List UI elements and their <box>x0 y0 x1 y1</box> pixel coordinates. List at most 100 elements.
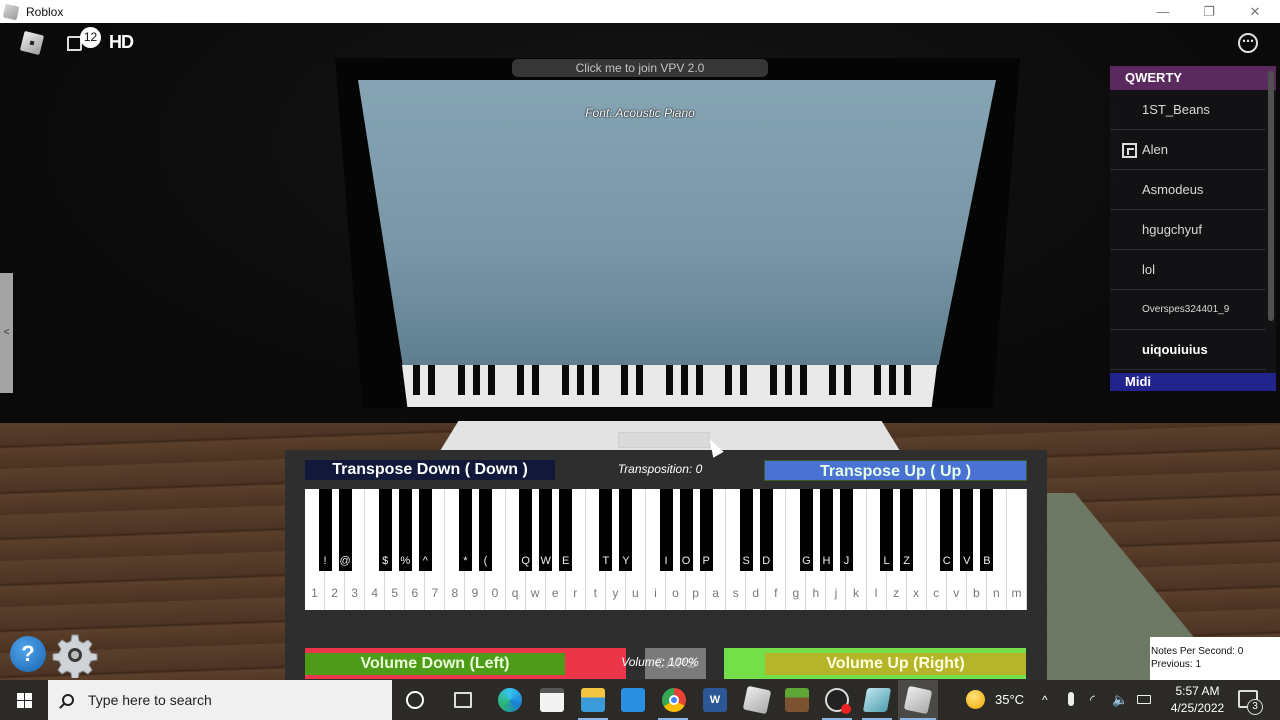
cortana-icon[interactable] <box>406 691 424 709</box>
notepad-icon[interactable] <box>862 688 892 712</box>
black-key[interactable]: H <box>819 489 833 571</box>
black-key[interactable]: P <box>699 489 713 571</box>
microphone-icon[interactable] <box>1068 692 1074 706</box>
roblox-player-taskbar-button[interactable] <box>898 680 938 720</box>
game-viewport[interactable]: Click me to join VPV 2.0 Font: Acoustic … <box>0 23 1280 680</box>
mail-icon[interactable] <box>621 688 645 712</box>
word-icon[interactable]: W <box>703 688 727 712</box>
hd-icon[interactable]: HD <box>109 32 134 53</box>
start-button[interactable] <box>0 680 48 720</box>
minimize-button[interactable]: — <box>1140 0 1186 23</box>
more-options-icon[interactable]: ⋯ <box>1238 33 1258 53</box>
side-panel-handle[interactable]: < <box>0 273 13 393</box>
join-vpv-button[interactable]: Click me to join VPV 2.0 <box>512 59 768 77</box>
transpose-up-button[interactable]: Transpose Up ( Up ) <box>764 460 1027 481</box>
white-key-label: h <box>812 586 820 600</box>
black-key[interactable]: * <box>458 489 472 571</box>
white-key-label: 6 <box>411 586 419 600</box>
maximize-button[interactable]: ❐ <box>1186 0 1232 23</box>
transpose-down-button[interactable]: Transpose Down ( Down ) <box>305 460 555 480</box>
black-key[interactable]: ( <box>479 489 492 571</box>
black-key-label: ^ <box>422 555 428 567</box>
notes-per-second: Notes Per Second: 0 <box>1151 646 1244 657</box>
store-icon[interactable] <box>540 688 564 712</box>
player-list-item[interactable]: uiqouiuius <box>1110 330 1266 370</box>
minecraft-icon[interactable] <box>785 688 809 712</box>
black-key[interactable]: O <box>679 489 693 571</box>
scene-black-key <box>428 365 436 395</box>
notes-stats-box: Notes Per Second: 0 Previous: 1 <box>1150 637 1280 680</box>
weather-temp[interactable]: 35°C <box>995 680 1024 720</box>
wifi-icon[interactable]: ◜ <box>1090 680 1095 720</box>
file-explorer-icon[interactable] <box>581 688 605 712</box>
scene-black-key <box>413 365 421 395</box>
volume-down-button[interactable]: Volume Down (Left) <box>305 653 565 675</box>
help-button[interactable]: ? <box>10 636 46 672</box>
black-key[interactable]: E <box>559 489 573 571</box>
black-key[interactable]: @ <box>338 489 352 571</box>
premium-badge-icon <box>1122 143 1137 158</box>
scene-black-key <box>680 365 688 395</box>
task-view-icon[interactable] <box>454 692 472 708</box>
black-key[interactable]: T <box>599 489 613 571</box>
white-key-label: 7 <box>431 586 439 600</box>
black-key[interactable]: V <box>960 489 974 571</box>
black-key[interactable]: W <box>539 489 553 571</box>
black-key[interactable]: D <box>759 489 773 571</box>
black-key[interactable]: ^ <box>418 489 432 571</box>
window-titlebar: Roblox — ❐ ✕ <box>0 0 1280 23</box>
black-key[interactable]: C <box>940 489 954 571</box>
close-button[interactable]: ✕ <box>1232 0 1278 23</box>
black-key[interactable]: Q <box>519 489 533 571</box>
volume-up-button[interactable]: Volume Up (Right) <box>765 653 1026 675</box>
player-list-item[interactable]: lol <box>1110 250 1266 290</box>
player-list-scrollbar[interactable] <box>1268 71 1274 321</box>
black-key[interactable]: I <box>659 489 673 571</box>
black-key[interactable]: L <box>880 489 894 571</box>
white-key-label: k <box>853 586 860 600</box>
white-key[interactable]: m <box>1007 489 1027 610</box>
white-key-label: g <box>792 586 800 600</box>
black-key[interactable]: G <box>799 489 813 571</box>
white-key-label: w <box>530 586 540 600</box>
taskbar-search-box[interactable]: Type here to search <box>48 680 392 720</box>
scene-black-key <box>888 365 896 395</box>
black-key[interactable]: ! <box>318 489 332 571</box>
edge-icon[interactable] <box>498 688 522 712</box>
player-list-item[interactable]: Alen <box>1110 130 1266 170</box>
black-key-label: H <box>822 555 831 567</box>
black-key[interactable]: Z <box>900 489 914 571</box>
player-list-item[interactable]: Overspes324401_9 <box>1110 290 1266 330</box>
volume-icon[interactable]: 🔈 <box>1112 680 1128 720</box>
black-key[interactable]: Y <box>619 489 633 571</box>
player-list-header: QWERTY <box>1110 66 1276 90</box>
taskbar-clock[interactable]: 5:57 AM 4/25/2022 <box>1160 683 1235 717</box>
chrome-icon[interactable] <box>662 688 686 712</box>
white-key-label: q <box>511 586 519 600</box>
black-key[interactable]: B <box>980 489 994 571</box>
notification-count: 3 <box>1247 699 1263 715</box>
roblox-studio-icon[interactable] <box>742 685 772 715</box>
battery-icon[interactable] <box>1137 695 1151 704</box>
scene-black-key <box>903 365 911 395</box>
tray-overflow-chevron-icon[interactable]: ^ <box>1042 680 1048 720</box>
player-list-item[interactable]: hgugchyuf <box>1110 210 1266 250</box>
black-key-label: O <box>681 555 691 567</box>
player-list-item[interactable]: 1ST_Beans <box>1110 90 1266 130</box>
black-key-label: ! <box>323 555 327 567</box>
white-key-label: s <box>732 586 739 600</box>
white-key-label: 8 <box>451 586 459 600</box>
black-key[interactable]: S <box>739 489 753 571</box>
settings-gear-icon[interactable] <box>52 632 98 678</box>
black-key[interactable]: J <box>840 489 853 571</box>
black-key-label: C <box>942 555 951 567</box>
player-name: hgugchyuf <box>1142 222 1202 237</box>
black-key-label: P <box>702 555 710 567</box>
weather-sun-icon[interactable] <box>966 690 985 709</box>
player-list-item[interactable]: Asmodeus <box>1110 170 1266 210</box>
obs-icon[interactable] <box>825 688 851 714</box>
black-key[interactable]: $ <box>378 489 392 571</box>
black-key[interactable]: % <box>398 489 412 571</box>
player-list: QWERTY 1ST_Beans Alen Asmodeus hgugchyuf lol… <box>1110 66 1276 391</box>
white-key-label: x <box>913 586 920 600</box>
